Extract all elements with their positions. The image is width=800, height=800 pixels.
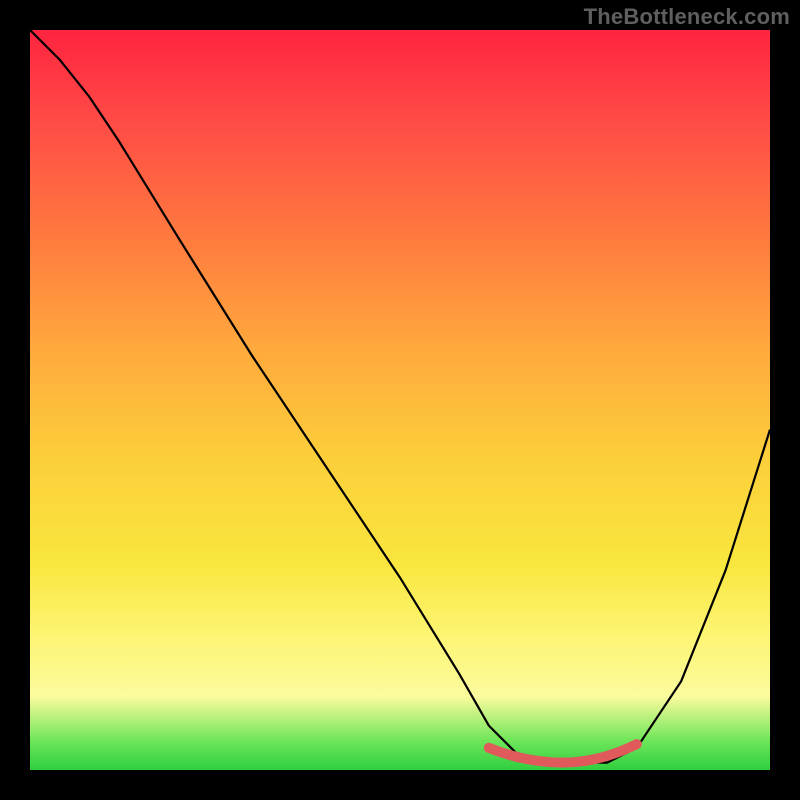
curve-svg: [30, 30, 770, 770]
bottleneck-curve-line: [30, 30, 770, 763]
chart-stage: TheBottleneck.com: [0, 0, 800, 800]
watermark-text: TheBottleneck.com: [584, 4, 790, 30]
plot-area: [30, 30, 770, 770]
